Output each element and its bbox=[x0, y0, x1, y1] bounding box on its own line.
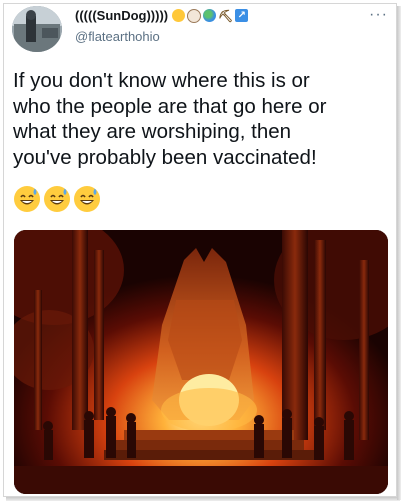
avatar-image bbox=[12, 6, 62, 52]
card-shadow-right bbox=[397, 6, 401, 500]
card-shadow-bottom bbox=[6, 497, 400, 501]
hammer-emoji: ⛏ bbox=[218, 8, 234, 23]
handle[interactable]: @flatearthohio bbox=[75, 29, 160, 44]
grinning-sweat-emoji bbox=[44, 186, 70, 212]
globe-emoji bbox=[203, 9, 217, 22]
ceremony-photo bbox=[14, 230, 388, 494]
grinning-sweat-emoji bbox=[74, 186, 100, 212]
grinning-sweat-emoji bbox=[14, 186, 40, 212]
avatar[interactable] bbox=[12, 6, 62, 52]
display-name-row[interactable]: (((((SunDog))))) ⛏ ↗ bbox=[75, 8, 249, 23]
emoji-row bbox=[14, 186, 100, 212]
tweet-media-image[interactable] bbox=[14, 230, 388, 494]
tweet-text: If you don't know where this is or who t… bbox=[13, 69, 327, 169]
arrow-emoji: ↗ bbox=[235, 9, 249, 22]
dog-emoji bbox=[187, 8, 202, 23]
sun-emoji bbox=[172, 9, 186, 22]
more-options-button[interactable]: ··· bbox=[369, 6, 388, 24]
display-name[interactable]: (((((SunDog))))) bbox=[75, 8, 168, 23]
